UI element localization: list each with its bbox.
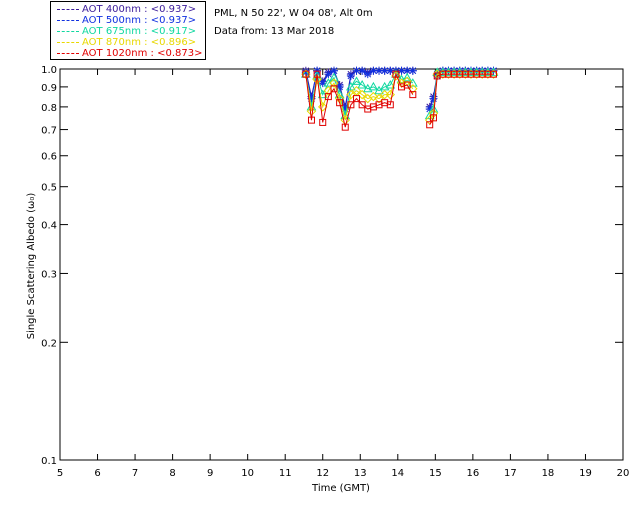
x-tick-label: 14 (391, 468, 404, 479)
chart-canvas: 5 6 7 8 9 10 11 12 13 14 15 16 17 18 19 20 0.1 0.2 0.3 0.4 0… (26, 65, 629, 494)
y-tick-label: 0.9 (41, 83, 57, 94)
site-info: PML, N 50 22', W 04 08', Alt 0m (214, 8, 373, 19)
plot-frame (59, 68, 624, 461)
legend-swatch-1020nm (57, 53, 79, 54)
data-point (363, 70, 372, 79)
x-tick-label: 13 (354, 468, 367, 479)
legend: AOT 400nm : <0.937> AOT 500nm : <0.937> … (50, 1, 206, 60)
date-info: Data from: 13 Mar 2018 (214, 26, 335, 37)
legend-swatch-870nm (57, 42, 79, 43)
data-point (358, 66, 367, 75)
legend-swatch-500nm (57, 20, 79, 21)
x-tick-label: 7 (132, 468, 138, 479)
x-tick-label: 11 (279, 468, 292, 479)
x-tick-label: 18 (542, 468, 555, 479)
x-tick-label: 20 (617, 468, 630, 479)
plot-axes (59, 68, 624, 461)
x-tick-label: 8 (169, 468, 175, 479)
x-tick-label: 16 (466, 468, 479, 479)
series-line (429, 73, 494, 126)
series-line (429, 73, 494, 121)
y-tick-label: 0.5 (41, 183, 57, 194)
x-tick-label: 15 (429, 468, 442, 479)
y-tick-label: 0.8 (41, 103, 57, 114)
axis-ticks: 5 6 7 8 9 10 11 12 13 14 15 16 17 18 19 20 0.1 0.2 0.3 0.4 0… (41, 65, 629, 479)
legend-swatch-675nm (57, 31, 79, 32)
x-tick-label: 6 (94, 468, 100, 479)
data-point (429, 94, 438, 103)
legend-swatch-400nm (57, 9, 79, 10)
y-axis-label: Single Scattering Albedo (ω₀) (26, 193, 37, 340)
legend-label-1020nm: AOT 1020nm : <0.873> (82, 48, 203, 59)
y-tick-label: 1.0 (41, 65, 57, 76)
y-tick-label: 0.4 (41, 221, 57, 232)
y-tick-label: 0.7 (41, 126, 57, 137)
y-tick-label: 0.3 (41, 269, 57, 280)
legend-item-1020nm: AOT 1020nm : <0.873> (51, 48, 207, 60)
x-axis-label: Time (GMT) (311, 483, 370, 494)
y-tick-label: 0.6 (41, 152, 57, 163)
x-tick-label: 5 (57, 468, 63, 479)
x-tick-label: 12 (316, 468, 329, 479)
x-tick-label: 9 (207, 468, 213, 479)
x-tick-label: 17 (504, 468, 517, 479)
x-tick-label: 19 (579, 468, 592, 479)
y-tick-label: 0.1 (41, 456, 57, 467)
y-tick-label: 0.2 (41, 338, 57, 349)
data-point (408, 66, 417, 75)
x-tick-label: 10 (241, 468, 254, 479)
data-point (324, 70, 333, 79)
series-layer (300, 66, 499, 131)
